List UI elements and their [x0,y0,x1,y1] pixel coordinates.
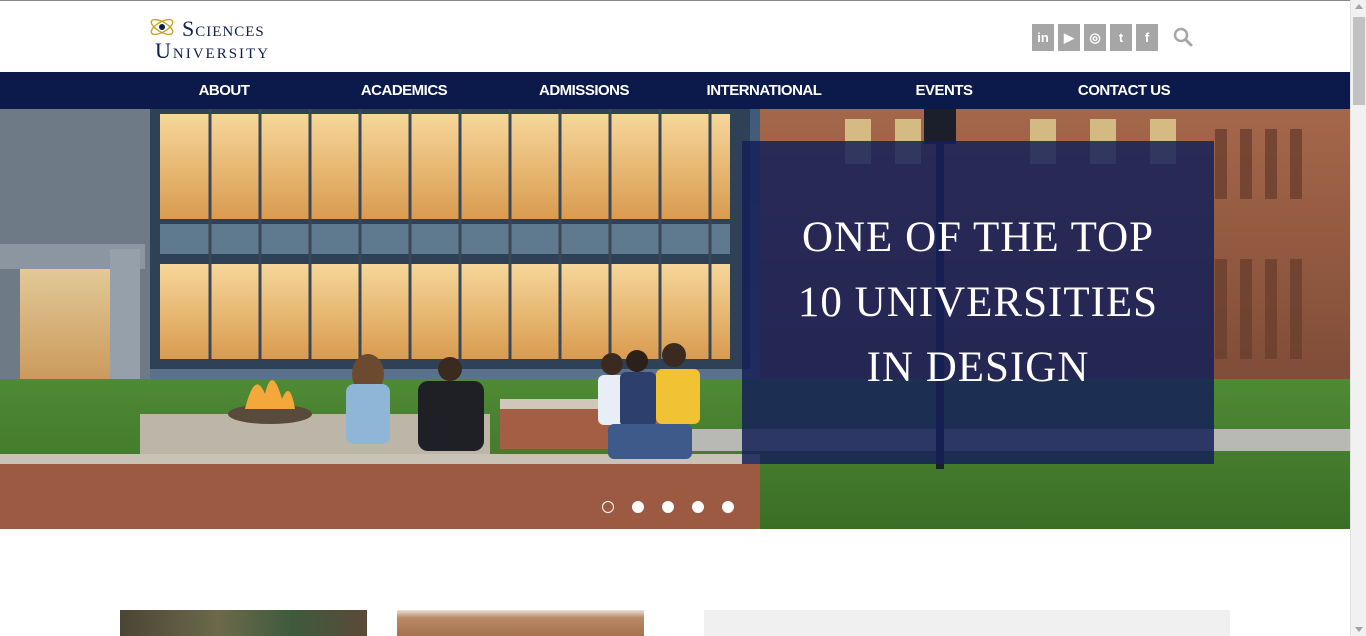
hero-headline-overlay: ONE OF THE TOP 10 UNIVERSITIES IN DESIGN [742,141,1214,464]
linkedin-icon[interactable]: in [1032,24,1054,51]
nav-item-admissions[interactable]: ADMISSIONS [529,72,639,109]
carousel-dot-4[interactable] [692,501,704,513]
facebook-icon[interactable]: f [1136,24,1158,51]
carousel-dot-1[interactable] [602,501,614,513]
nav-item-international[interactable]: INTERNATIONAL [699,72,829,109]
nav-item-events[interactable]: EVENTS [899,72,989,109]
scroll-down-arrow-icon[interactable] [1355,627,1363,632]
youtube-icon[interactable]: ▶ [1058,24,1080,51]
nav-item-contact-us[interactable]: CONTACT US [1069,72,1179,109]
feature-card-image-2[interactable] [397,610,644,636]
twitter-icon[interactable]: t [1110,24,1132,51]
nav-item-about[interactable]: ABOUT [174,72,274,109]
carousel-dot-2[interactable] [632,501,644,513]
logo-text-line2: University [155,38,271,63]
feature-card-image-1[interactable] [120,610,367,636]
hero-headline: ONE OF THE TOP 10 UNIVERSITIES IN DESIGN [797,214,1159,391]
instagram-icon[interactable]: ◎ [1084,24,1106,51]
scroll-up-arrow-icon[interactable] [1355,4,1363,9]
social-links: in ▶ ◎ t f [1032,24,1158,51]
hero-carousel: ONE OF THE TOP 10 UNIVERSITIES IN DESIGN [0,109,1350,529]
main-nav: ABOUT ACADEMICS ADMISSIONS INTERNATIONAL… [0,72,1350,109]
university-logo[interactable]: Sciences University [148,13,298,63]
carousel-dot-3[interactable] [662,501,674,513]
scroll-thumb[interactable] [1353,17,1365,105]
carousel-indicators [602,501,734,513]
page-scrollbar[interactable] [1350,0,1366,636]
search-icon[interactable] [1172,26,1194,48]
site-header: Sciences University in ▶ ◎ t f [0,1,1350,72]
carousel-dot-5[interactable] [722,501,734,513]
feature-panel [704,610,1230,636]
atom-icon [150,18,174,36]
nav-item-academics[interactable]: ACADEMICS [349,72,459,109]
